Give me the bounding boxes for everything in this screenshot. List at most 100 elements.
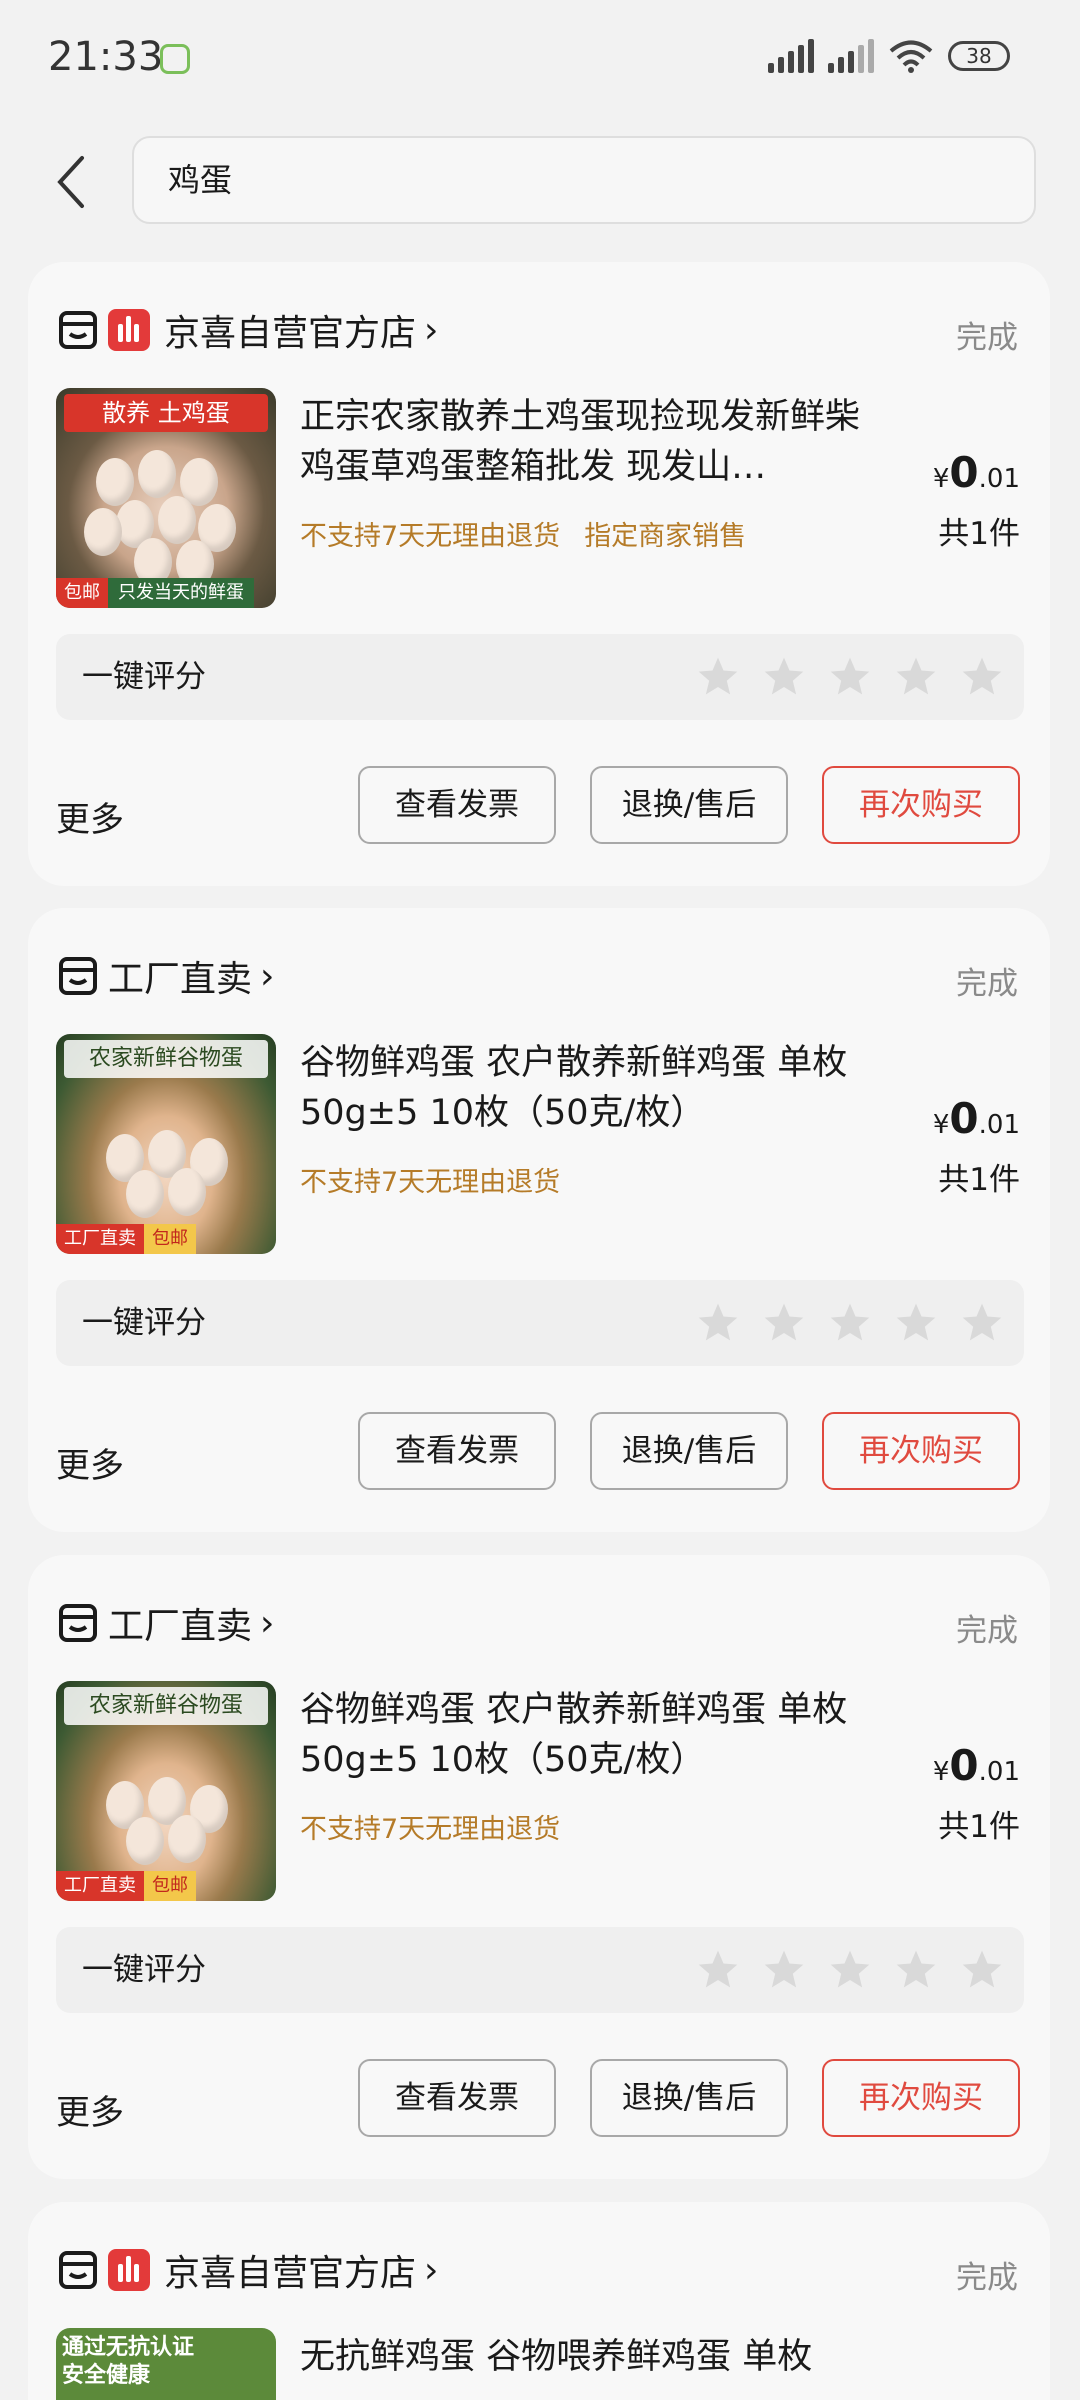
- signal-icon: [768, 39, 814, 73]
- order-status: 完成: [956, 966, 1018, 1002]
- rating-stars[interactable]: [696, 1947, 1004, 1991]
- price-decimal: .01: [978, 464, 1020, 494]
- order-card[interactable]: 工厂直卖 › 完成 农家新鲜谷物蛋 工厂直卖 包邮 谷物鲜鸡蛋 农户散养新鲜鸡蛋…: [28, 1555, 1050, 2179]
- return-service-button[interactable]: 退换/售后: [590, 766, 788, 844]
- order-status: 完成: [956, 1613, 1018, 1649]
- wechat-notification-icon: [160, 44, 190, 74]
- chevron-right-icon: ›: [424, 2249, 439, 2291]
- price-integer: 0: [949, 448, 979, 497]
- star-icon[interactable]: [828, 1300, 872, 1344]
- product-tag: 不支持7天无理由退货: [300, 1814, 561, 1845]
- status-time: 21:33: [48, 34, 164, 80]
- signal-icon: [828, 39, 874, 73]
- buy-again-button[interactable]: 再次购买: [822, 766, 1020, 844]
- product-image[interactable]: 农家新鲜谷物蛋 工厂直卖 包邮: [56, 1034, 276, 1254]
- view-invoice-button[interactable]: 查看发票: [358, 766, 556, 844]
- product-title[interactable]: 谷物鲜鸡蛋 农户散养新鲜鸡蛋 单枚50g±5 10枚（50克/枚）: [300, 1038, 880, 1138]
- star-icon[interactable]: [894, 1947, 938, 1991]
- product-title[interactable]: 无抗鲜鸡蛋 谷物喂养鲜鸡蛋 单枚: [300, 2332, 880, 2400]
- shop-link[interactable]: 京喜自营官方店 ›: [58, 302, 438, 358]
- factory-direct-label: 工厂直卖: [56, 1871, 144, 1901]
- shop-name: 京喜自营官方店: [164, 2253, 417, 2294]
- view-invoice-button[interactable]: 查看发票: [358, 1412, 556, 1490]
- product-image[interactable]: 通过无抗认证 安全健康: [56, 2328, 276, 2400]
- star-icon[interactable]: [762, 1300, 806, 1344]
- free-shipping-label: 包邮: [144, 1871, 196, 1901]
- star-icon[interactable]: [894, 1300, 938, 1344]
- currency-symbol: ¥: [932, 464, 950, 494]
- store-icon: [59, 2251, 97, 2289]
- currency-symbol: ¥: [932, 1757, 950, 1787]
- order-card[interactable]: 京喜自营官方店 › 完成 通过无抗认证 安全健康 无抗鲜鸡蛋 谷物喂养鲜鸡蛋 单…: [28, 2202, 1050, 2400]
- more-button[interactable]: 更多: [56, 1438, 124, 1487]
- chevron-right-icon: ›: [260, 955, 275, 997]
- fresh-label: 只发当天的鲜蛋: [108, 578, 254, 608]
- price: ¥0.01: [933, 1094, 1020, 1143]
- price-decimal: .01: [978, 1757, 1020, 1787]
- product-image-label: 通过无抗认证 安全健康: [62, 2335, 195, 2388]
- rating-label: 一键评分: [82, 659, 206, 695]
- star-icon[interactable]: [894, 654, 938, 698]
- price: ¥0.01: [933, 1741, 1020, 1790]
- product-image[interactable]: 散养 土鸡蛋 包邮 只发当天的鲜蛋: [56, 388, 276, 608]
- chevron-left-icon[interactable]: [52, 152, 92, 212]
- search-header: 鸡蛋: [0, 130, 1080, 230]
- return-service-button[interactable]: 退换/售后: [590, 1412, 788, 1490]
- rating-bar[interactable]: 一键评分: [56, 1280, 1024, 1366]
- product-title[interactable]: 谷物鲜鸡蛋 农户散养新鲜鸡蛋 单枚50g±5 10枚（50克/枚）: [300, 1685, 880, 1785]
- buy-again-button[interactable]: 再次购买: [822, 1412, 1020, 1490]
- star-icon[interactable]: [960, 1300, 1004, 1344]
- shop-link[interactable]: 工厂直卖 ›: [58, 1595, 274, 1651]
- product-image-footer: 工厂直卖 包邮: [56, 1224, 196, 1254]
- rating-bar[interactable]: 一键评分: [56, 634, 1024, 720]
- status-bar: 21:33 38: [0, 0, 1080, 120]
- order-card[interactable]: 工厂直卖 › 完成 农家新鲜谷物蛋 工厂直卖 包邮 谷物鲜鸡蛋 农户散养新鲜鸡蛋…: [28, 908, 1050, 1532]
- factory-direct-label: 工厂直卖: [56, 1224, 144, 1254]
- star-icon[interactable]: [960, 1947, 1004, 1991]
- rating-stars[interactable]: [696, 1300, 1004, 1344]
- price-integer: 0: [949, 1094, 979, 1143]
- jingxi-badge-icon: [108, 2249, 150, 2291]
- view-invoice-button[interactable]: 查看发票: [358, 2059, 556, 2137]
- product-image-label: 农家新鲜谷物蛋: [64, 1040, 268, 1078]
- quantity: 共1件: [938, 516, 1020, 552]
- return-service-button[interactable]: 退换/售后: [590, 2059, 788, 2137]
- product-tags: 不支持7天无理由退货: [300, 1807, 560, 1846]
- battery-icon: 38: [948, 41, 1010, 71]
- store-icon: [59, 1604, 97, 1642]
- shop-name: 工厂直卖: [108, 1606, 253, 1647]
- product-image-footer: 工厂直卖 包邮: [56, 1871, 196, 1901]
- price-decimal: .01: [978, 1110, 1020, 1140]
- star-icon[interactable]: [696, 1947, 740, 1991]
- product-title[interactable]: 正宗农家散养土鸡蛋现捡现发新鲜柴鸡蛋草鸡蛋整箱批发 现发山…: [300, 392, 880, 492]
- star-icon[interactable]: [828, 1947, 872, 1991]
- status-icons: 38: [768, 38, 1010, 74]
- chevron-right-icon: ›: [260, 1602, 275, 1644]
- product-tags: 不支持7天无理由退货: [300, 1160, 560, 1199]
- buy-again-button[interactable]: 再次购买: [822, 2059, 1020, 2137]
- shop-link[interactable]: 工厂直卖 ›: [58, 948, 274, 1004]
- more-button[interactable]: 更多: [56, 792, 124, 841]
- rating-label: 一键评分: [82, 1305, 206, 1341]
- star-icon[interactable]: [762, 654, 806, 698]
- quantity: 共1件: [938, 1809, 1020, 1845]
- product-image[interactable]: 农家新鲜谷物蛋 工厂直卖 包邮: [56, 1681, 276, 1901]
- star-icon[interactable]: [960, 654, 1004, 698]
- free-shipping-label: 包邮: [144, 1224, 196, 1254]
- star-icon[interactable]: [762, 1947, 806, 1991]
- rating-bar[interactable]: 一键评分: [56, 1927, 1024, 2013]
- store-icon: [59, 957, 97, 995]
- currency-symbol: ¥: [932, 1110, 950, 1140]
- more-button[interactable]: 更多: [56, 2085, 124, 2134]
- shop-name: 京喜自营官方店: [164, 313, 417, 354]
- order-card[interactable]: 京喜自营官方店 › 完成 散养 土鸡蛋 包邮 只发当天的鲜蛋 正宗农家散养土鸡蛋…: [28, 262, 1050, 886]
- star-icon[interactable]: [696, 1300, 740, 1344]
- shop-link[interactable]: 京喜自营官方店 ›: [58, 2242, 438, 2298]
- star-icon[interactable]: [828, 654, 872, 698]
- order-status: 完成: [956, 320, 1018, 356]
- star-icon[interactable]: [696, 654, 740, 698]
- product-image-footer: 包邮 只发当天的鲜蛋: [56, 578, 254, 608]
- rating-stars[interactable]: [696, 654, 1004, 698]
- search-input[interactable]: 鸡蛋: [132, 136, 1036, 224]
- shop-name: 工厂直卖: [108, 959, 253, 1000]
